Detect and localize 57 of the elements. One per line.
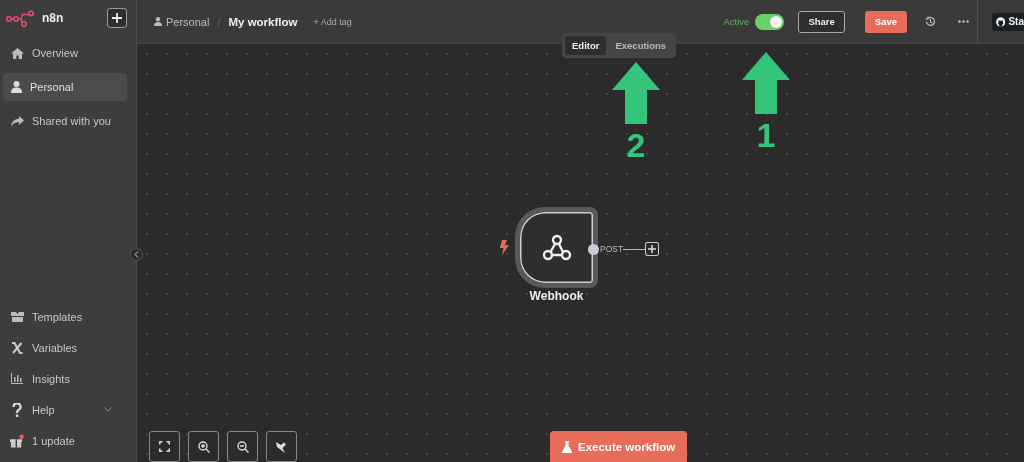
sidebar-item[interactable]: Shared with you [3,107,127,135]
add-button[interactable] [107,8,127,28]
gift-icon [10,433,24,448]
annotation-number: 1 [756,118,776,152]
lightning-icon [499,240,509,255]
fullscreen-icon [159,441,170,452]
box-icon [10,311,24,322]
sidebar-item[interactable]: Insights [0,363,136,394]
home-icon [11,47,24,59]
chevron-down-icon [104,407,112,412]
broom-icon [275,440,288,453]
breadcrumb-link[interactable]: Personal [166,15,210,28]
share-arrow-icon [11,115,24,127]
sidebar-item[interactable]: Variables [0,332,136,363]
flask-icon [562,440,572,453]
output-handle[interactable] [588,243,599,255]
help-icon [12,402,22,417]
fit-view-button[interactable] [149,431,180,462]
breadcrumb-separator: / [217,15,221,28]
share-button[interactable]: Share [798,10,845,33]
active-toggle[interactable] [755,13,785,30]
sidebar-item[interactable]: Overview [3,39,127,67]
person-icon [11,81,22,93]
node-label: Webhook [528,289,585,303]
plus-icon [648,245,657,253]
chart-icon [11,373,23,384]
webhook-icon [541,233,572,262]
arrow-up-icon [742,52,790,114]
sidebar-item[interactable]: Templates [0,301,136,332]
add-node-button[interactable] [645,242,660,256]
zoom-out-button[interactable] [227,431,258,462]
history-icon[interactable] [925,16,936,27]
tidy-up-button[interactable] [266,431,297,462]
zoom-in-button[interactable] [188,431,219,462]
active-label: Active [723,16,750,27]
logo-icon [6,9,36,27]
sidebar-item[interactable]: 1 update [0,425,136,456]
logo-text: n8n [42,11,65,25]
more-icon[interactable] [958,20,969,23]
zoom-out-icon [236,440,249,453]
zoom-in-icon [197,440,210,453]
variable-icon [11,341,23,354]
workflow-name[interactable]: My workflow [228,15,298,28]
sidebar-item[interactable]: Help [0,394,136,425]
webhook-node[interactable] [515,207,598,288]
person-icon [154,17,162,26]
plus-icon [112,13,122,23]
annotation-number: 2 [626,128,646,162]
chevron-left-icon [134,251,139,258]
output-label: POST [600,244,624,254]
sidebar-item[interactable]: Personal [3,73,127,101]
add-tag-link[interactable]: + Add tag [313,16,352,27]
view-tab[interactable]: Executions [608,36,674,55]
view-tab[interactable]: Editor [565,36,607,55]
github-star-button[interactable]: Sta [992,12,1024,31]
arrow-up-icon [612,62,660,124]
github-icon [996,16,1006,27]
